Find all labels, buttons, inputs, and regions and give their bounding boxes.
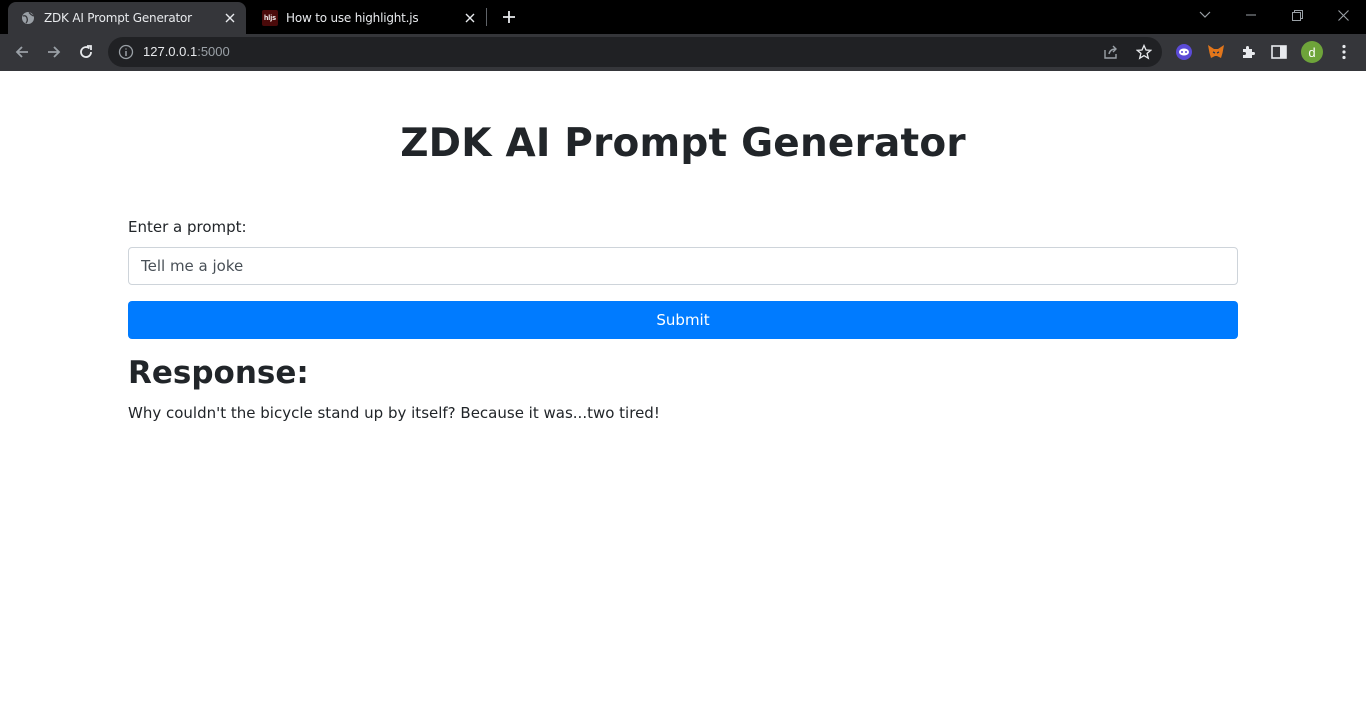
tab-how-to-use-highlightjs[interactable]: hljs How to use highlight.js bbox=[250, 2, 486, 34]
metamask-fox-icon[interactable] bbox=[1207, 43, 1225, 61]
arrow-left-icon bbox=[15, 46, 28, 58]
url-host: 127.0.0.1 bbox=[143, 44, 198, 59]
side-panel-icon[interactable] bbox=[1270, 43, 1288, 61]
extensions-puzzle-icon[interactable] bbox=[1239, 43, 1257, 61]
plus-icon bbox=[503, 11, 515, 23]
chevron-down-icon bbox=[1199, 11, 1211, 18]
close-tab-icon[interactable] bbox=[222, 10, 238, 26]
tab-title: How to use highlight.js bbox=[286, 11, 419, 25]
minimize-icon bbox=[1246, 14, 1256, 16]
new-tab-button[interactable] bbox=[497, 5, 521, 29]
restore-button[interactable] bbox=[1274, 0, 1320, 30]
profile-avatar[interactable]: d bbox=[1301, 41, 1323, 63]
restore-icon bbox=[1291, 9, 1303, 21]
close-icon bbox=[1337, 9, 1349, 21]
globe-icon bbox=[20, 10, 36, 26]
tab-search-button[interactable] bbox=[1182, 0, 1228, 30]
share-icon[interactable] bbox=[1103, 44, 1119, 60]
forward-button[interactable] bbox=[40, 38, 68, 66]
extension-ghost-icon[interactable] bbox=[1175, 43, 1193, 61]
back-button[interactable] bbox=[8, 38, 36, 66]
close-tab-icon[interactable] bbox=[462, 10, 478, 26]
browser-toolbar: 127.0.0.1:5000 d bbox=[0, 34, 1366, 71]
menu-kebab-icon[interactable] bbox=[1335, 43, 1353, 61]
url-port: :5000 bbox=[197, 44, 230, 59]
hljs-icon-text: hljs bbox=[263, 14, 277, 22]
browser-window: ZDK AI Prompt Generator hljs How to use … bbox=[0, 0, 1366, 71]
prompt-label: Enter a prompt: bbox=[128, 218, 247, 236]
reload-icon bbox=[80, 45, 92, 58]
tab-title: ZDK AI Prompt Generator bbox=[44, 11, 192, 25]
page-content: ZDK AI Prompt Generator Enter a prompt: … bbox=[0, 71, 1366, 727]
response-heading: Response: bbox=[128, 355, 309, 391]
page-title: ZDK AI Prompt Generator bbox=[400, 121, 966, 166]
response-text: Why couldn't the bicycle stand up by its… bbox=[128, 404, 660, 422]
close-window-button[interactable] bbox=[1320, 0, 1366, 30]
submit-button[interactable]: Submit bbox=[128, 301, 1238, 339]
url-text: 127.0.0.1:5000 bbox=[143, 44, 230, 59]
site-info-icon[interactable] bbox=[118, 44, 134, 60]
tab-zdk-ai-prompt-generator[interactable]: ZDK AI Prompt Generator bbox=[8, 2, 246, 34]
reload-button[interactable] bbox=[72, 38, 100, 66]
minimize-button[interactable] bbox=[1228, 0, 1274, 30]
bookmark-star-icon[interactable] bbox=[1136, 44, 1152, 60]
tab-separator bbox=[486, 8, 487, 26]
address-bar[interactable]: 127.0.0.1:5000 bbox=[108, 37, 1162, 67]
tab-strip: ZDK AI Prompt Generator hljs How to use … bbox=[0, 0, 1366, 34]
arrow-right-icon bbox=[48, 46, 61, 58]
prompt-input[interactable] bbox=[128, 247, 1238, 285]
hljs-icon: hljs bbox=[262, 10, 278, 26]
